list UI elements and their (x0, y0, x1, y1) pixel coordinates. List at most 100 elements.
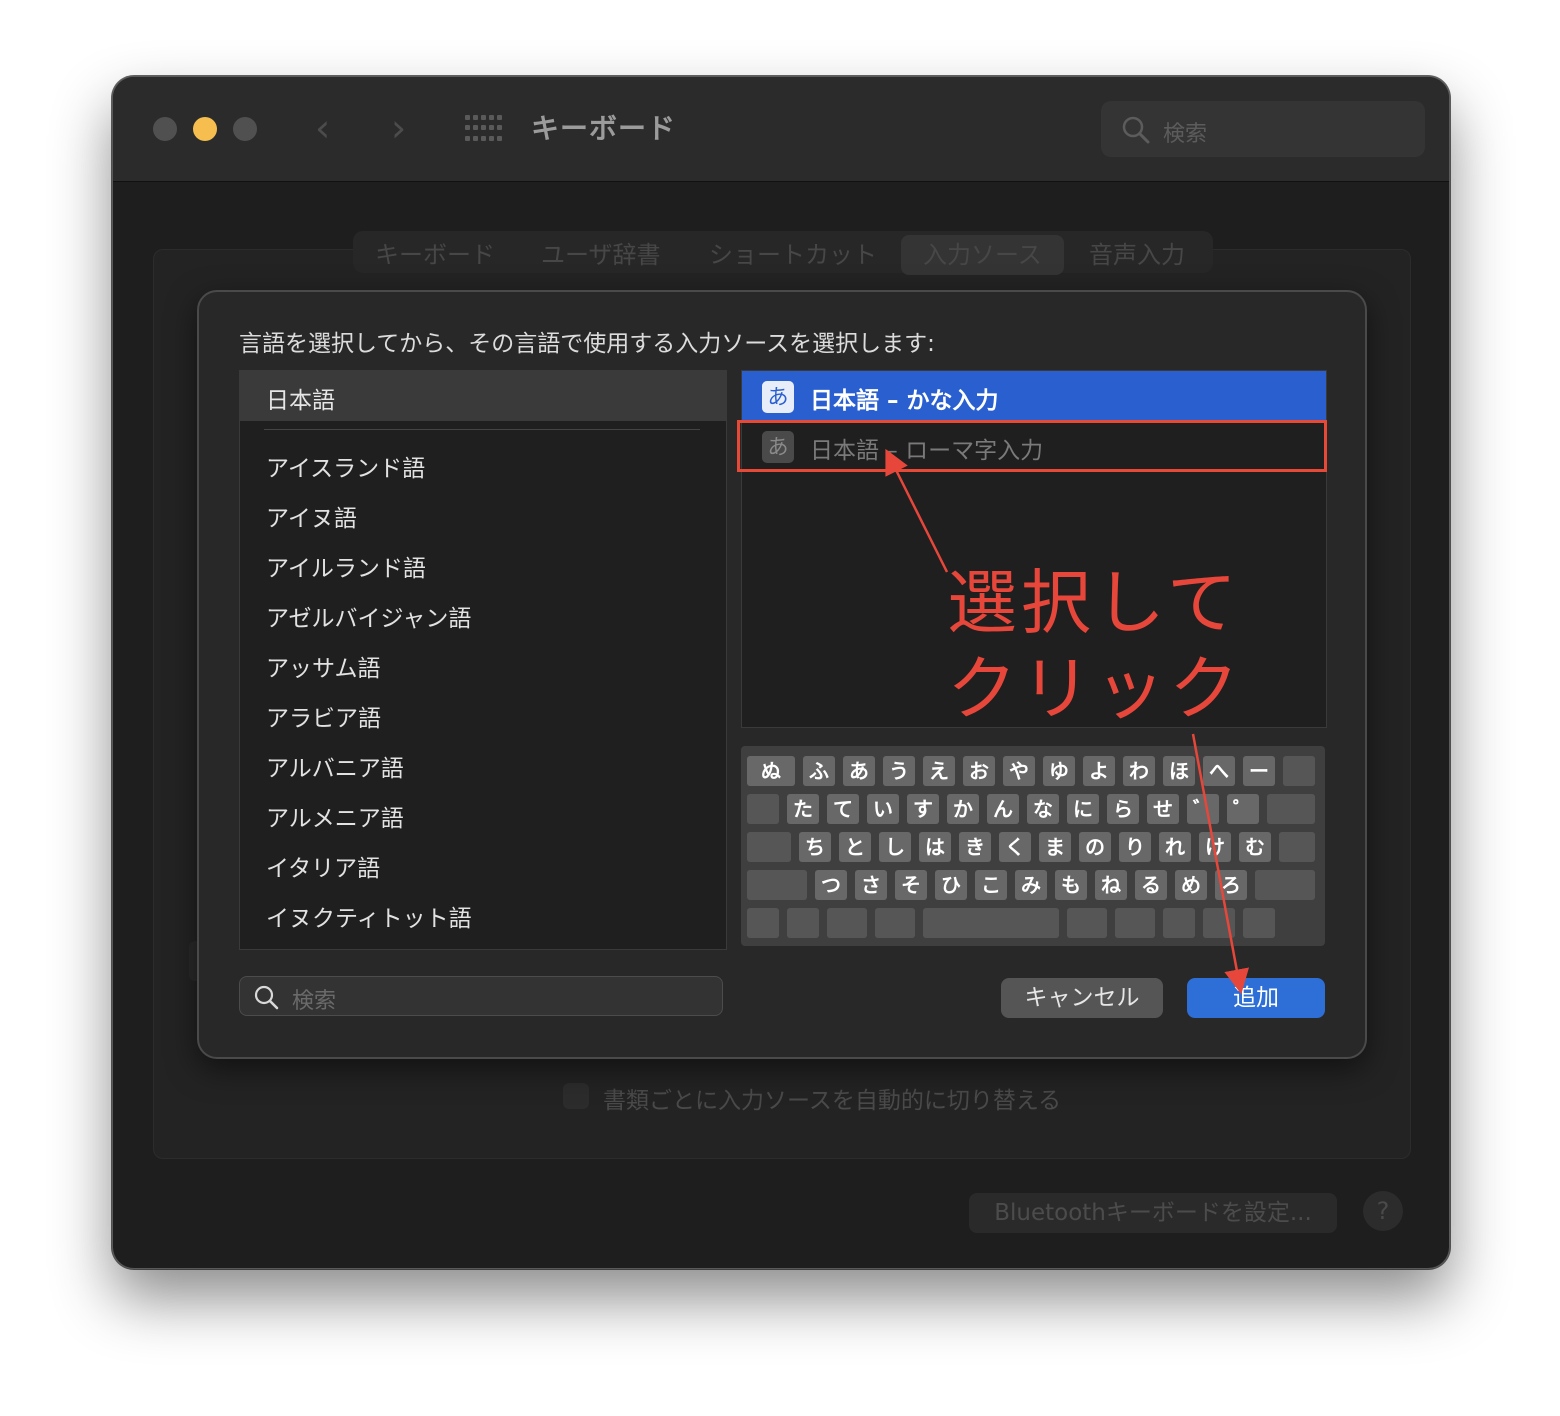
help-button[interactable]: ? (1363, 1191, 1403, 1231)
tab-input-sources[interactable]: 入力ソース (901, 235, 1064, 275)
keyboard-key: り (1119, 832, 1151, 862)
language-item[interactable]: アイルランド語 (266, 549, 426, 583)
language-list: 日本語 アイスランド語 アイヌ語 アイルランド語 アゼルバイジャン語 アッサム語… (239, 370, 727, 950)
keyboard-key: む (1239, 832, 1271, 862)
keyboard-row: た て い す か ん な に ら せ ゛ ゜ (747, 794, 1323, 824)
language-item-label: 日本語 (266, 388, 335, 414)
add-button[interactable]: 追加 (1187, 978, 1325, 1018)
auto-switch-label: 書類ごとに入力ソースを自動的に切り替える (603, 1088, 1062, 1114)
keyboard-key: ま (1039, 832, 1071, 862)
annotation-highlight-box (737, 420, 1327, 472)
bluetooth-keyboard-button[interactable]: Bluetoothキーボードを設定... (969, 1193, 1337, 1233)
keyboard-key: い (867, 794, 899, 824)
tab-dictation[interactable]: 音声入力 (1067, 235, 1207, 275)
maximize-window-button[interactable] (233, 117, 257, 141)
keyboard-key (1243, 908, 1275, 938)
keyboard-key (1255, 870, 1315, 900)
keyboard-key (747, 870, 807, 900)
keyboard-key (1267, 794, 1315, 824)
language-item[interactable]: アルメニア語 (266, 799, 404, 833)
keyboard-key: み (1015, 870, 1047, 900)
tab-shortcuts[interactable]: ショートカット (687, 235, 899, 275)
keyboard-key: つ (815, 870, 847, 900)
show-all-grid-icon[interactable] (465, 115, 502, 143)
annotation-line: クリック (947, 648, 1243, 730)
keyboard-key: す (907, 794, 939, 824)
language-item-selected[interactable]: 日本語 (240, 371, 726, 421)
tab-user-dictionary[interactable]: ユーザ辞書 (519, 235, 683, 275)
close-window-button[interactable] (153, 117, 177, 141)
keyboard-key (923, 908, 1059, 938)
keyboard-key: け (1199, 832, 1231, 862)
keyboard-row: つ さ そ ひ こ み も ね る め ろ (747, 870, 1323, 900)
search-icon (1122, 116, 1150, 144)
language-item[interactable]: アイスランド語 (266, 449, 425, 483)
keyboard-key: か (947, 794, 979, 824)
keyboard-key: ほ (1163, 756, 1195, 786)
input-source-label: 日本語 – かな入力 (810, 388, 999, 414)
keyboard-key (1115, 908, 1155, 938)
language-item[interactable]: アラビア語 (266, 699, 381, 733)
keyboard-key (1279, 832, 1315, 862)
language-item[interactable]: イヌクティトット語 (266, 899, 472, 933)
tab-keyboard[interactable]: キーボード (353, 235, 517, 275)
minimize-window-button[interactable] (193, 117, 217, 141)
keyboard-key: は (919, 832, 951, 862)
keyboard-key: と (839, 832, 871, 862)
back-chevron-icon[interactable]: ‹ (315, 103, 330, 153)
keyboard-key: て (827, 794, 859, 824)
language-item[interactable]: アゼルバイジャン語 (266, 599, 471, 633)
keyboard-key: な (1027, 794, 1059, 824)
keyboard-key: そ (895, 870, 927, 900)
keyboard-key (875, 908, 915, 938)
sheet-prompt: 言語を選択してから、その言語で使用する入力ソースを選択します: (239, 331, 935, 357)
window-title: キーボード (531, 112, 677, 145)
keyboard-preferences-window: ‹ › キーボード 検索 キーボード ユーザ辞書 ショートカット 入力ソース 音… (112, 76, 1450, 1269)
keyboard-key: ん (987, 794, 1019, 824)
keyboard-row: ち と し は き く ま の り れ け む (747, 832, 1323, 862)
keyboard-key: ろ (1215, 870, 1247, 900)
add-input-source-sheet: 言語を選択してから、その言語で使用する入力ソースを選択します: 日本語 アイスラ… (197, 290, 1367, 1059)
hiragana-a-icon: あ (762, 381, 794, 413)
keyboard-key: め (1175, 870, 1207, 900)
keyboard-key: や (1003, 756, 1035, 786)
keyboard-key: う (883, 756, 915, 786)
keyboard-key: へ (1203, 756, 1235, 786)
language-search-field[interactable]: 検索 (239, 976, 723, 1016)
language-item[interactable]: イタリア語 (266, 849, 380, 883)
auto-switch-checkbox[interactable] (563, 1083, 589, 1109)
keyboard-key: わ (1123, 756, 1155, 786)
keyboard-key (1283, 756, 1315, 786)
language-item[interactable]: アルバニア語 (266, 749, 404, 783)
keyboard-key: ら (1107, 794, 1139, 824)
keyboard-key: た (787, 794, 819, 824)
keyboard-key: に (1067, 794, 1099, 824)
tab-bar: キーボード ユーザ辞書 ショートカット 入力ソース 音声入力 (353, 231, 1213, 275)
keyboard-key (787, 908, 819, 938)
keyboard-key (747, 908, 779, 938)
forward-chevron-icon[interactable]: › (391, 103, 406, 153)
keyboard-row: ぬ ふ あ う え お や ゆ よ わ ほ へ ー (747, 756, 1323, 786)
keyboard-key: さ (855, 870, 887, 900)
language-item[interactable]: アッサム語 (266, 649, 381, 683)
keyboard-key (1163, 908, 1195, 938)
keyboard-key: の (1079, 832, 1111, 862)
keyboard-key: ね (1095, 870, 1127, 900)
keyboard-key: え (923, 756, 955, 786)
preferences-search-field[interactable]: 検索 (1101, 101, 1425, 157)
cancel-button[interactable]: キャンセル (1001, 978, 1163, 1018)
keyboard-layout-preview: ぬ ふ あ う え お や ゆ よ わ ほ へ ー た て い す か ん な … (741, 746, 1325, 946)
keyboard-key: し (879, 832, 911, 862)
keyboard-key: ー (1243, 756, 1275, 786)
language-item[interactable]: アイヌ語 (266, 499, 357, 533)
keyboard-key: る (1135, 870, 1167, 900)
keyboard-key: ゜ (1227, 794, 1259, 824)
keyboard-key: こ (975, 870, 1007, 900)
keyboard-key: ふ (803, 756, 835, 786)
input-source-item-kana[interactable]: あ 日本語 – かな入力 (742, 371, 1326, 421)
keyboard-key: れ (1159, 832, 1191, 862)
keyboard-key: き (959, 832, 991, 862)
keyboard-key: ゛ (1187, 794, 1219, 824)
search-placeholder: 検索 (292, 989, 337, 1014)
keyboard-key (1203, 908, 1235, 938)
